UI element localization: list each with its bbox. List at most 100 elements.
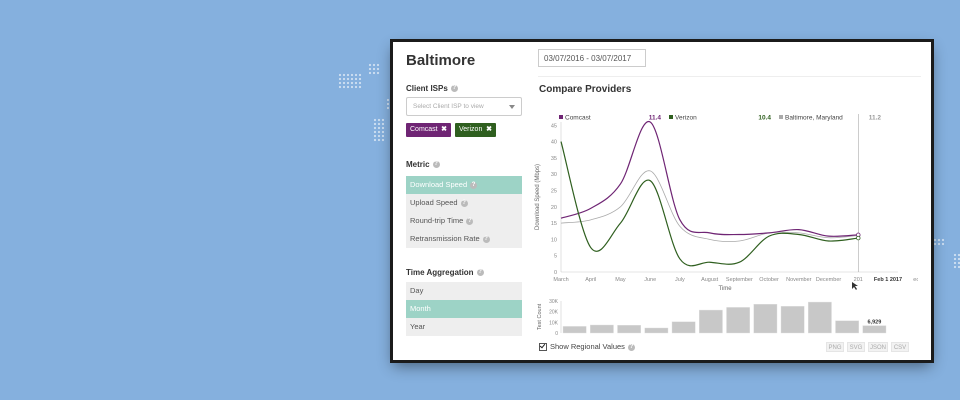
- map-dot: [373, 130, 377, 134]
- map-dot: [377, 130, 381, 134]
- map-dot: [953, 253, 957, 257]
- map-dot: [386, 102, 390, 106]
- map-dot: [377, 122, 381, 126]
- x-tick-label: November: [786, 277, 812, 283]
- map-dot: [386, 106, 390, 110]
- metric-upload-speed[interactable]: Upload Speed?: [406, 194, 522, 212]
- isp-select[interactable]: Select Client ISP to view: [406, 97, 522, 116]
- series-line-baltimore-maryland: [560, 170, 859, 243]
- export-csv-button[interactable]: CSV: [891, 342, 909, 352]
- y-axis-title: Download Speed (Mbps): [535, 164, 541, 230]
- time-aggregation-label-text: Time Aggregation: [406, 268, 474, 277]
- help-icon[interactable]: ?: [432, 161, 440, 169]
- time-day[interactable]: Day: [406, 282, 522, 300]
- close-icon[interactable]: ✖: [441, 123, 447, 137]
- map-dot: [373, 126, 377, 130]
- legend-swatch: [559, 115, 563, 119]
- legend-label: Verizon: [675, 115, 697, 122]
- map-dot: [338, 85, 342, 89]
- metric-item-label: Round-trip Time: [410, 216, 464, 225]
- test-count-bar: [699, 309, 723, 334]
- bar-y-tick-label: 10K: [549, 320, 559, 326]
- map-dot: [373, 134, 377, 138]
- series-line-comcast: [560, 121, 859, 237]
- map-dot: [377, 126, 381, 130]
- map-dot: [354, 81, 358, 85]
- legend-label: Baltimore, Maryland: [785, 115, 843, 122]
- metric-retransmission-rate[interactable]: Retransmission Rate?: [406, 230, 522, 248]
- test-count-bar: [780, 306, 805, 334]
- help-icon[interactable]: ?: [450, 85, 458, 93]
- help-icon[interactable]: ?: [627, 343, 635, 351]
- map-dot: [346, 73, 350, 77]
- map-dot: [338, 77, 342, 81]
- map-dot: [381, 122, 385, 126]
- y-tick-label: 40: [551, 140, 557, 146]
- help-icon[interactable]: ?: [482, 235, 490, 243]
- metric-item-label: Retransmission Rate: [410, 234, 480, 243]
- client-isps-label: Client ISPs?: [406, 84, 458, 93]
- export-svg-button[interactable]: SVG: [847, 342, 865, 352]
- help-icon[interactable]: ?: [470, 181, 478, 189]
- map-dot: [342, 73, 346, 77]
- divider: [538, 76, 921, 77]
- time-year[interactable]: Year: [406, 318, 522, 336]
- map-dot: [350, 77, 354, 81]
- test-count-bar: [726, 307, 750, 334]
- test-count-bar: [644, 327, 669, 334]
- map-dot: [350, 85, 354, 89]
- map-dot: [381, 138, 385, 142]
- x-tick-label: July: [675, 277, 685, 283]
- x-tick-label: Feb 1 2017: [874, 277, 902, 283]
- map-dot: [373, 138, 377, 142]
- test-count-bar: [671, 321, 696, 334]
- map-dot: [386, 98, 390, 102]
- show-regional-checkbox[interactable]: Show Regional Values?: [539, 342, 635, 352]
- map-dot: [346, 81, 350, 85]
- map-dot: [953, 261, 957, 265]
- x-tick-label: August: [701, 277, 719, 283]
- close-icon[interactable]: ✖: [486, 123, 492, 137]
- map-dot: [358, 77, 362, 81]
- map-dot: [381, 126, 385, 130]
- y-tick-label: 15: [551, 221, 557, 227]
- legend-label: Comcast: [565, 115, 591, 122]
- chevron-down-icon: [509, 105, 515, 109]
- help-icon[interactable]: ?: [476, 269, 484, 277]
- x-tick-label: March: [553, 277, 568, 283]
- map-dot: [953, 257, 957, 261]
- tag-verizon: Verizon ✖: [455, 123, 496, 137]
- legend-value: 11.4: [649, 115, 662, 122]
- date-range-picker[interactable]: 03/07/2016 - 03/07/2017: [538, 49, 646, 67]
- time-month[interactable]: Month: [406, 300, 522, 318]
- map-dot: [381, 118, 385, 122]
- map-dot: [941, 242, 945, 246]
- map-dot: [377, 138, 381, 142]
- help-icon[interactable]: ?: [466, 217, 474, 225]
- map-dot: [368, 71, 372, 75]
- series-line-verizon: [560, 141, 859, 267]
- y-tick-label: 35: [551, 156, 557, 162]
- export-png-button[interactable]: PNG: [826, 342, 844, 352]
- tag-verizon-label: Verizon: [459, 126, 483, 133]
- compare-providers-title: Compare Providers: [539, 84, 632, 95]
- metric-round-trip-time[interactable]: Round-trip Time?: [406, 212, 522, 230]
- metric-download-speed[interactable]: Download Speed?: [406, 176, 522, 194]
- time-item-label: Year: [410, 322, 426, 331]
- help-icon[interactable]: ?: [460, 199, 468, 207]
- isp-select-placeholder: Select Client ISP to view: [413, 103, 484, 110]
- y-tick-label: 5: [554, 254, 557, 260]
- map-dot: [346, 85, 350, 89]
- map-dot: [953, 265, 957, 269]
- map-dot: [373, 118, 377, 122]
- export-json-button[interactable]: JSON: [868, 342, 888, 352]
- metric-list: Download Speed? Upload Speed? Round-trip…: [406, 176, 522, 248]
- test-count-bar: [562, 326, 587, 334]
- checkbox-icon[interactable]: [539, 343, 547, 352]
- y-tick-label: 25: [551, 188, 557, 194]
- test-count-bar: [862, 325, 887, 334]
- map-dot: [358, 73, 362, 77]
- map-dot: [368, 67, 372, 71]
- y-tick-label: 0: [554, 270, 557, 276]
- metric-label-text: Metric: [406, 160, 430, 169]
